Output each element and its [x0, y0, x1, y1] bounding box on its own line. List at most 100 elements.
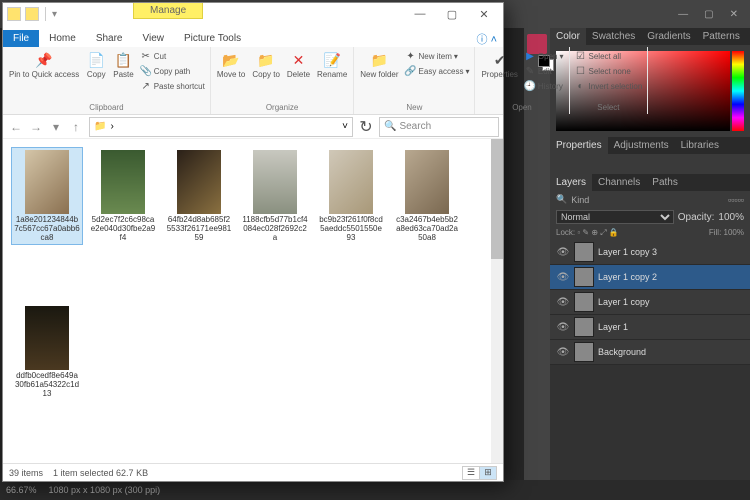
visibility-icon[interactable]: 👁: [556, 297, 570, 308]
newfolder-button[interactable]: 📁New folder: [358, 49, 400, 80]
hue-slider[interactable]: [732, 51, 744, 131]
layer-name: Layer 1 copy 2: [598, 272, 744, 282]
search-box[interactable]: 🔍 Search: [379, 117, 499, 137]
copy-button[interactable]: 📄Copy: [84, 49, 108, 80]
tab-libraries[interactable]: Libraries: [675, 137, 725, 154]
selectall-button[interactable]: ☑Select all: [574, 49, 644, 63]
copy-icon: 📄: [86, 50, 106, 70]
path-chevron-icon[interactable]: ›: [110, 121, 113, 132]
layer-name: Background: [598, 347, 744, 357]
nav-up-icon[interactable]: ↑: [67, 118, 85, 136]
blend-mode-select[interactable]: Normal: [556, 210, 674, 224]
qat-icon[interactable]: [25, 7, 39, 21]
tab-view[interactable]: View: [133, 30, 175, 47]
file-item[interactable]: 1a8e201234844b7c567cc67a0abb6ca8: [11, 147, 83, 245]
minimize-button[interactable]: —: [405, 5, 435, 23]
tab-channels[interactable]: Channels: [592, 174, 646, 191]
search-icon: 🔍: [384, 121, 396, 132]
dropdown-icon[interactable]: ˅: [342, 121, 348, 132]
layer-item[interactable]: 👁Layer 1 copy 3: [550, 240, 750, 265]
file-item[interactable]: c3a2467b4eb5b2a8ed63ca70ad2a50a8: [391, 147, 463, 245]
ps-minimize-icon[interactable]: —: [674, 9, 692, 20]
explorer-status-bar: 39 items 1 item selected 62.7 KB ☰ ⊞: [3, 463, 503, 481]
ps-close-icon[interactable]: ✕: [726, 9, 742, 20]
layer-item[interactable]: 👁 Background: [550, 340, 750, 365]
layer-thumbnail[interactable]: [574, 342, 594, 362]
ribbon-help-icon[interactable]: ⓘ ˄: [477, 31, 497, 47]
moveto-button[interactable]: 📂Move to: [215, 49, 247, 80]
newfolder-icon: 📁: [369, 50, 389, 70]
selectnone-button[interactable]: ☐Select none: [574, 64, 644, 78]
layer-thumbnail[interactable]: [574, 292, 594, 312]
tab-swatches[interactable]: Swatches: [586, 28, 641, 45]
layer-name: Layer 1 copy: [598, 297, 744, 307]
visibility-icon[interactable]: 👁: [556, 272, 570, 283]
paste-button[interactable]: 📋Paste: [111, 49, 135, 80]
tab-share[interactable]: Share: [86, 30, 133, 47]
opacity-value[interactable]: 100%: [718, 212, 744, 223]
file-item[interactable]: bc9b23f261f0f8cd5aeddc5501550e93: [315, 147, 387, 245]
nav-back-icon[interactable]: ←: [7, 118, 25, 136]
history-icon: 🕘: [524, 80, 536, 92]
file-thumbnail: [405, 150, 449, 214]
refresh-icon[interactable]: ↻: [357, 117, 375, 137]
invert-button[interactable]: ◐Invert selection: [574, 79, 644, 93]
layer-thumbnail[interactable]: [574, 317, 594, 337]
open-button[interactable]: ▶Open ▾: [523, 49, 565, 63]
properties-panel: [550, 154, 750, 174]
lock-icons[interactable]: ▫ ✎ ⊕ ⤢ 🔒: [577, 228, 619, 237]
easyaccess-button[interactable]: 🔗Easy access ▾: [404, 64, 471, 78]
tab-paths[interactable]: Paths: [646, 174, 684, 191]
scrollbar[interactable]: [491, 139, 503, 463]
ps-maximize-icon[interactable]: ▢: [700, 9, 717, 20]
thumbnails-view-button[interactable]: ⊞: [479, 466, 497, 480]
history-button[interactable]: 🕘History: [523, 79, 565, 93]
address-bar[interactable]: 📁 › ˅: [89, 117, 353, 137]
scrollbar-thumb[interactable]: [491, 139, 503, 259]
visibility-icon[interactable]: 👁: [556, 322, 570, 333]
layer-filter-icon[interactable]: ▫▫▫▫▫: [728, 195, 744, 205]
properties-button[interactable]: ✔Properties: [479, 49, 519, 80]
visibility-icon[interactable]: 👁: [556, 247, 570, 258]
delete-button[interactable]: ✕Delete: [285, 49, 312, 80]
tab-properties[interactable]: Properties: [550, 137, 608, 154]
doc-dimensions: 1080 px x 1080 px (300 ppi): [49, 485, 161, 495]
file-item[interactable]: 5d2ec7f2c6c98cae2e040d30fbe2a9f4: [87, 147, 159, 245]
maximize-button[interactable]: ▢: [437, 5, 467, 23]
layer-thumbnail[interactable]: [574, 242, 594, 262]
visibility-icon[interactable]: 👁: [556, 347, 570, 358]
zoom-level[interactable]: 66.67%: [6, 485, 37, 495]
layer-item[interactable]: 👁Layer 1: [550, 315, 750, 340]
copypath-button[interactable]: 📎Copy path: [139, 64, 206, 78]
pin-button[interactable]: 📌Pin to Quick access: [7, 49, 81, 80]
pasteshortcut-button[interactable]: ↗Paste shortcut: [139, 79, 206, 93]
file-item[interactable]: 64fb24d8ab685f25533f26171ee98159: [163, 147, 235, 245]
layer-thumbnail[interactable]: [574, 267, 594, 287]
tab-file[interactable]: File: [3, 30, 39, 47]
layer-item[interactable]: 👁 Layer 1 copy: [550, 290, 750, 315]
rename-button[interactable]: 📝Rename: [315, 49, 349, 80]
nav-history-icon[interactable]: ▾: [47, 118, 65, 136]
file-item[interactable]: ddfb0cedf8e649a30fb61a54322c1d13: [11, 303, 83, 401]
layer-list: 👁Layer 1 copy 3👁Layer 1 copy 2👁Layer 1 c…: [550, 240, 750, 365]
edit-button[interactable]: ✎Edit: [523, 64, 565, 78]
properties-panel-tabs: Properties Adjustments Libraries: [550, 137, 750, 154]
tab-color[interactable]: Color: [550, 28, 586, 45]
nav-forward-icon[interactable]: →: [27, 118, 45, 136]
file-grid[interactable]: 1a8e201234844b7c567cc67a0abb6ca85d2ec7f2…: [3, 139, 503, 463]
tab-gradients[interactable]: Gradients: [641, 28, 696, 45]
close-button[interactable]: ✕: [469, 5, 499, 23]
tab-adjustments[interactable]: Adjustments: [608, 137, 675, 154]
copypath-icon: 📎: [140, 65, 152, 77]
tab-home[interactable]: Home: [39, 30, 86, 47]
details-view-button[interactable]: ☰: [462, 466, 480, 480]
explorer-titlebar[interactable]: ▾ — ▢ ✕: [3, 3, 503, 25]
copyto-button[interactable]: 📁Copy to: [250, 49, 282, 80]
layer-item[interactable]: 👁 Layer 1 copy 2: [550, 265, 750, 290]
tab-layers[interactable]: Layers: [550, 174, 592, 191]
file-item[interactable]: 1188cfb5d77b1cf4084ec028f2692c2a: [239, 147, 311, 245]
newitem-button[interactable]: ✦New item ▾: [404, 49, 471, 63]
tab-picture-tools[interactable]: Picture Tools: [174, 30, 251, 47]
cut-button[interactable]: ✂Cut: [139, 49, 206, 63]
tab-patterns[interactable]: Patterns: [697, 28, 746, 45]
